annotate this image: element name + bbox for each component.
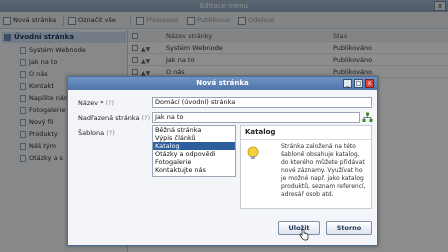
template-option[interactable]: Kontaktujte nás [153,166,235,174]
template-option[interactable]: Výpis článků [153,134,235,142]
name-label: Název * (?) [78,99,115,107]
template-listbox[interactable]: Běžná stránka Výpis článků Katalog Otázk… [152,125,236,177]
dialog-title: Nová stránka [68,77,377,90]
name-input[interactable]: Domácí (úvodní) stránka [152,97,372,108]
template-description-title: Katalog [245,128,276,136]
hand-cursor-icon [299,229,309,241]
cancel-button[interactable]: Storno [326,221,372,235]
parent-label: Nadřazená stránka (?) [78,114,151,122]
template-option[interactable]: Běžná stránka [153,126,235,134]
divider [241,139,371,140]
template-option[interactable]: Otázky a odpovědi [153,150,235,158]
template-description-text: Stránka založená na této šabloně obsahuj… [281,143,366,198]
template-option-selected[interactable]: Katalog [153,142,235,150]
template-option[interactable]: Fotogalerie [153,158,235,166]
template-description-panel: Katalog Stránka založená na této šabloně… [240,125,372,209]
maximize-icon[interactable]: □ [354,79,363,88]
lightbulb-icon [246,146,260,160]
sitemap-icon[interactable] [362,112,373,123]
minimize-icon[interactable]: _ [343,79,352,88]
close-icon[interactable]: x [365,79,374,88]
new-page-dialog: Nová stránka _ □ x Název * (?) Domácí (ú… [67,76,378,246]
parent-page-input[interactable]: Jak na to [152,112,360,123]
template-label: Šablona (?) [78,129,115,137]
